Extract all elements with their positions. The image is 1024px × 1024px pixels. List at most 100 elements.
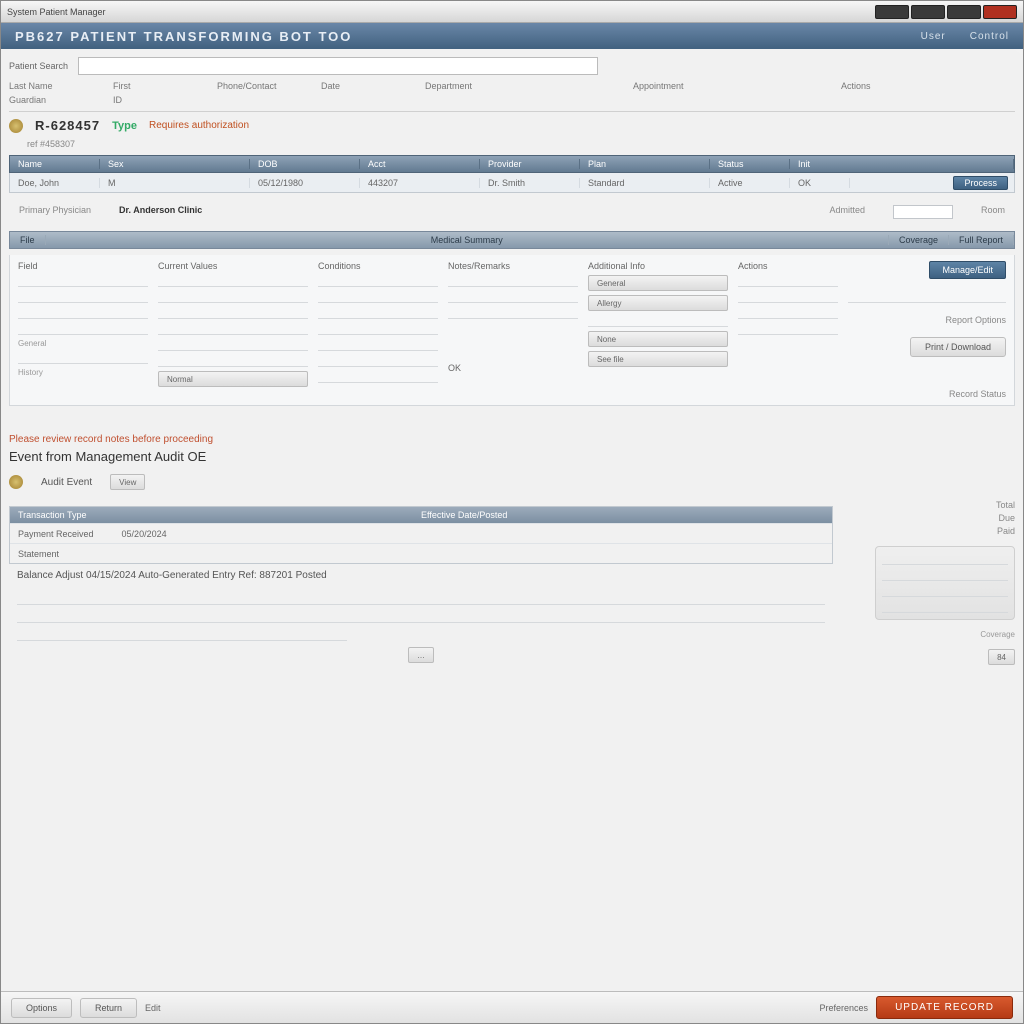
info-label: Primary Physician [19, 205, 91, 219]
tab-report[interactable]: Full Report [949, 235, 1014, 245]
actions-title: Actions [738, 261, 838, 271]
cell: Auto-Generated Entry [138, 570, 235, 581]
record-id: R-628457 [35, 118, 100, 133]
status-chip [947, 5, 981, 19]
result-title: Event from Management Audit OE [9, 449, 1015, 464]
sub-col: Effective Date/Posted [421, 510, 824, 520]
cell: OK [790, 178, 850, 188]
pager[interactable]: … [408, 647, 434, 663]
cell: Balance Adjust [17, 570, 83, 581]
footer: Options Return Edit Preferences UPDATE R… [1, 991, 1023, 1023]
print-label: Report Options [945, 315, 1006, 325]
col-header[interactable]: Plan [580, 159, 710, 169]
cell: M [100, 178, 250, 188]
titlebar: System Patient Manager [1, 1, 1023, 23]
side-panel [875, 546, 1015, 620]
close-chip[interactable] [983, 5, 1017, 19]
result-block: Please review record notes before procee… [9, 434, 1015, 665]
table-row[interactable]: Balance Adjust 04/15/2024 Auto-Generated… [9, 564, 833, 587]
search-input[interactable] [78, 57, 598, 75]
table-row[interactable]: Statement [10, 543, 832, 563]
process-button[interactable]: Process [953, 176, 1008, 190]
body: Patient Search Last Name First Phone/Con… [1, 49, 1023, 991]
record-subhead: ref #458307 [27, 139, 1015, 149]
cell: Posted [296, 570, 327, 581]
detail-pane: Field General History Current Values Nor… [9, 255, 1015, 406]
search-label: Patient Search [9, 61, 68, 71]
record-header: R-628457 Type Requires authorization [9, 118, 1015, 133]
filter-label: Appointment [633, 81, 723, 91]
detail-col-head: Current Values [158, 261, 308, 271]
side-label: Total [996, 500, 1015, 510]
tab-coverage[interactable]: Coverage [889, 235, 949, 245]
side-button[interactable]: 84 [988, 649, 1015, 665]
detail-stat: General [18, 339, 148, 348]
ok-label: OK [448, 363, 578, 373]
edit-link[interactable]: Edit [145, 1003, 161, 1013]
info-label: Room [981, 205, 1005, 219]
status-chip [911, 5, 945, 19]
col-header[interactable]: Name [10, 159, 100, 169]
coverage-label: Coverage [980, 630, 1015, 639]
record-type: Type [112, 120, 137, 132]
options-button[interactable]: Options [11, 998, 72, 1018]
manage-button[interactable]: Manage/Edit [929, 261, 1006, 279]
app-title: PB627 PATIENT TRANSFORMING BOT TOO [15, 29, 352, 44]
grid-row[interactable]: Doe, John M 05/12/1980 443207 Dr. Smith … [9, 173, 1015, 193]
col-header[interactable]: DOB [250, 159, 360, 169]
filter-label [737, 81, 827, 91]
value-field[interactable]: Normal [158, 371, 308, 387]
side-label: Due [998, 513, 1015, 523]
stat-field[interactable]: General [588, 275, 728, 291]
stat-field[interactable]: None [588, 331, 728, 347]
table-row[interactable]: Payment Received 05/20/2024 [10, 523, 832, 543]
search-row: Patient Search [9, 57, 1015, 75]
cell: Dr. Smith [480, 178, 580, 188]
filter-label: First [113, 81, 203, 91]
filter-label: ID [113, 95, 203, 105]
header-link-control[interactable]: Control [970, 31, 1009, 42]
tab-medical[interactable]: Medical Summary [46, 235, 889, 245]
transaction-grid: Transaction Type Effective Date/Posted P… [9, 506, 833, 564]
tab-file[interactable]: File [10, 235, 46, 245]
detail-col-head: Notes/Remarks [448, 261, 578, 271]
admitted-field[interactable] [893, 205, 953, 219]
filter-block: Last Name First Phone/Contact Date Depar… [9, 81, 1015, 112]
print-button[interactable]: Print / Download [910, 337, 1006, 357]
stat-field[interactable]: Allergy [588, 295, 728, 311]
filter-label: Phone/Contact [217, 81, 307, 91]
cell: 04/15/2024 [86, 570, 136, 581]
grid-header: Name Sex DOB Acct Provider Plan Status I… [9, 155, 1015, 173]
side-label: Paid [997, 526, 1015, 536]
app-window: System Patient Manager PB627 PATIENT TRA… [0, 0, 1024, 1024]
cell: Standard [580, 178, 710, 188]
info-value: Dr. Anderson Clinic [119, 205, 202, 219]
col-header[interactable]: Sex [100, 159, 250, 169]
view-button[interactable]: View [110, 474, 145, 490]
stat-field[interactable]: See file [588, 351, 728, 367]
detail-col-head: Field [18, 261, 148, 271]
col-header[interactable]: Provider [480, 159, 580, 169]
detail-stat: History [18, 368, 148, 377]
col-header[interactable]: Init [790, 159, 1014, 169]
status-chip [875, 5, 909, 19]
detail-col-head: Additional Info [588, 261, 728, 271]
filter-label [529, 81, 619, 91]
result-warning: Please review record notes before procee… [9, 434, 1015, 445]
cell: 05/20/2024 [122, 529, 167, 539]
update-record-button[interactable]: UPDATE RECORD [876, 996, 1013, 1019]
col-header[interactable]: Acct [360, 159, 480, 169]
patient-grid: Name Sex DOB Acct Provider Plan Status I… [9, 155, 1015, 193]
detail-col-head: Conditions [318, 261, 438, 271]
filter-label: Actions [841, 81, 931, 91]
prefs-link[interactable]: Preferences [820, 1003, 869, 1013]
sub-col: Transaction Type [18, 510, 421, 520]
info-label: Admitted [829, 205, 865, 219]
return-button[interactable]: Return [80, 998, 137, 1018]
info-row: Primary Physician Dr. Anderson Clinic Ad… [9, 199, 1015, 225]
cell: Statement [18, 549, 59, 559]
col-header[interactable]: Status [710, 159, 790, 169]
cell: Active [710, 178, 790, 188]
status-label: Record Status [949, 389, 1006, 399]
header-link-user[interactable]: User [921, 31, 946, 42]
